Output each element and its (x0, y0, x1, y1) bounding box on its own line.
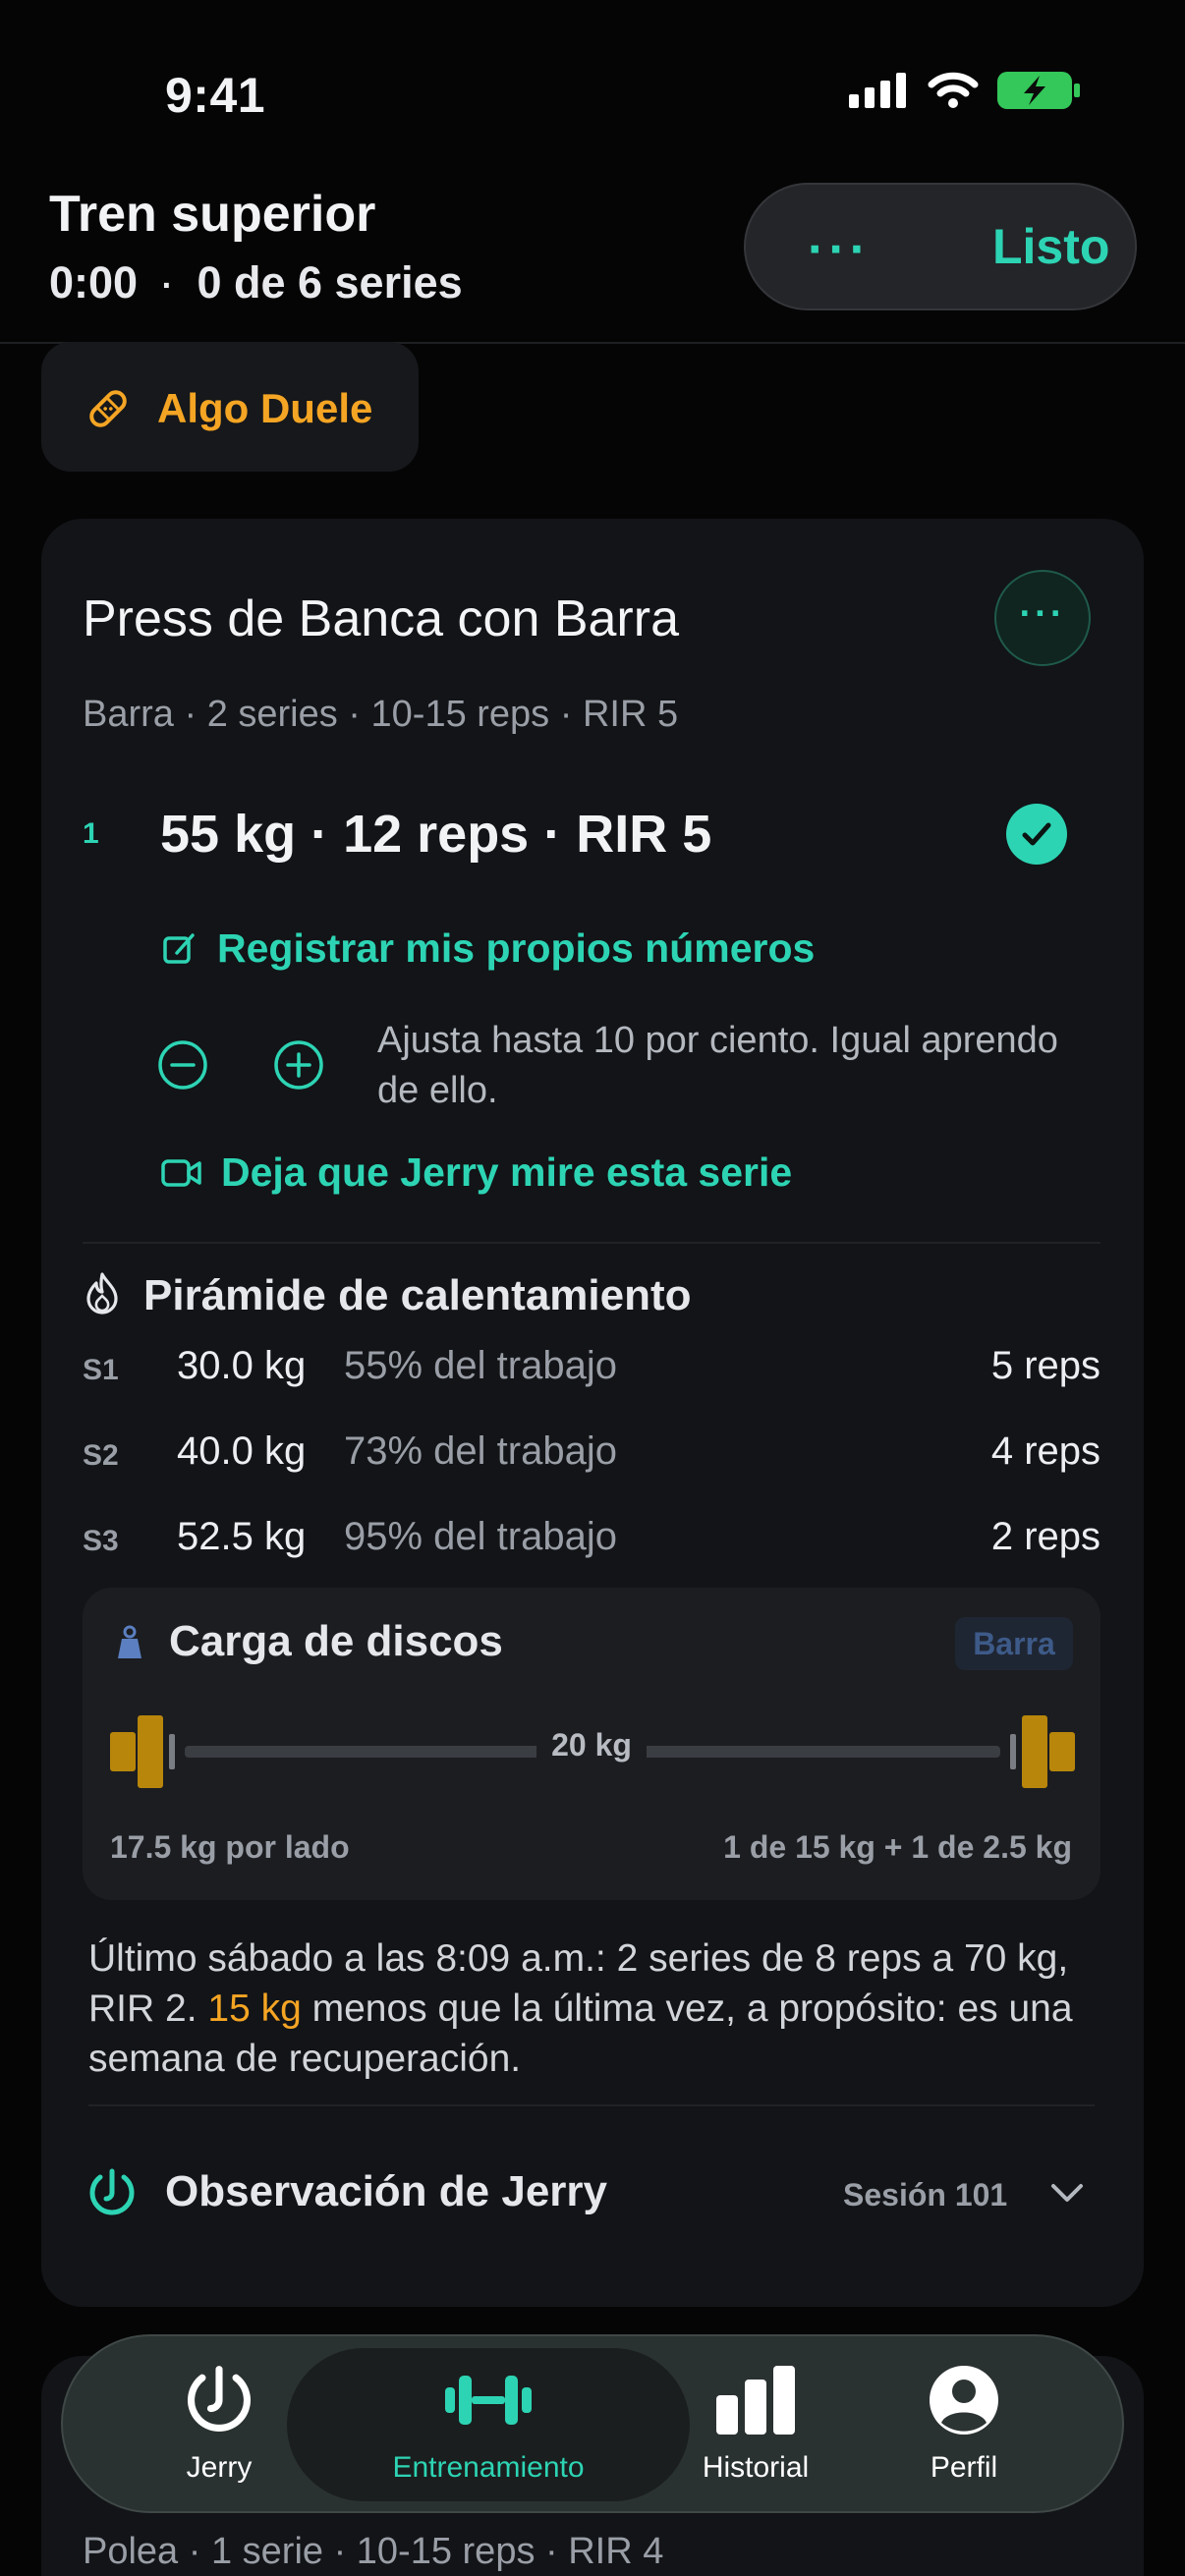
signal-icon (849, 73, 906, 108)
tab-training[interactable]: Entrenamiento (385, 2364, 592, 2485)
next-exercise-meta: Polea · 1 serie · 10-15 reps · RIR 4 (83, 2531, 664, 2572)
equipment-badge: Barra (955, 1617, 1073, 1670)
adjust-hint: Ajusta hasta 10 por ciento. Igual aprend… (377, 1020, 1058, 1111)
exercise-title: Press de Banca con Barra (83, 590, 679, 647)
chevron-down-icon[interactable] (1049, 2181, 1085, 2205)
person-icon (930, 2366, 998, 2435)
elapsed-time: 0:00 (49, 257, 139, 308)
more-options-button[interactable]: ··· (808, 220, 871, 279)
warmup-row: S3 52.5 kg 95% del trabajo 2 reps (83, 1515, 1100, 1574)
jerry-logo-icon (89, 2168, 135, 2215)
warmup-weight: 30.0 kg (177, 1344, 307, 1387)
warmup-weight: 40.0 kg (177, 1429, 307, 1473)
warmup-row: S1 30.0 kg 55% del trabajo 5 reps (83, 1344, 1100, 1403)
warmup-weight: 52.5 kg (177, 1515, 307, 1558)
weight-icon (118, 1625, 141, 1658)
edit-icon (163, 932, 195, 964)
warmup-set-label: S1 (83, 1354, 119, 1386)
session-label: Sesión 101 (843, 2177, 1008, 2212)
bar-weight: 20 kg (536, 1727, 647, 1764)
tab-jerry[interactable]: Jerry (116, 2364, 322, 2485)
video-camera-icon (161, 1158, 201, 1187)
per-side-weight: 17.5 kg por lado (110, 1829, 350, 1865)
divider (83, 1242, 1100, 1244)
status-icons (849, 71, 1081, 110)
log-own-numbers-label: Registrar mis propios números (217, 925, 816, 971)
tab-label: Perfil (930, 2451, 998, 2484)
watch-set-link[interactable]: Deja que Jerry mire esta serie (160, 1149, 792, 1196)
warmup-set-label: S3 (83, 1525, 119, 1557)
flame-icon (86, 1272, 118, 1315)
jerry-observation-title[interactable]: Observación de Jerry (165, 2167, 607, 2216)
warmup-reps: 4 reps (990, 1429, 1100, 1473)
workout-progress-line: 0:00 · 0 de 6 series (49, 257, 463, 308)
plate-breakdown: 1 de 15 kg + 1 de 2.5 kg (723, 1829, 1072, 1865)
weight-difference: 15 kg (207, 1988, 302, 2030)
log-own-numbers-link[interactable]: Registrar mis propios números (160, 925, 815, 972)
workout-title: Tren superior (49, 186, 376, 243)
warmup-row: S2 40.0 kg 73% del trabajo 4 reps (83, 1429, 1100, 1488)
bandage-icon (89, 390, 127, 427)
status-time: 9:41 (165, 68, 266, 123)
tab-label: Jerry (186, 2451, 253, 2484)
set-summary[interactable]: 55 kg · 12 reps · RIR 5 (160, 804, 711, 865)
separator: · (161, 266, 173, 305)
watch-set-label: Deja que Jerry mire esta serie (221, 1149, 793, 1195)
dumbbell-icon (445, 2376, 532, 2425)
tab-label: Historial (702, 2451, 810, 2484)
tab-label: Entrenamiento (392, 2451, 585, 2484)
warmup-percent: 55% del trabajo (344, 1344, 617, 1387)
decrease-button[interactable] (157, 1039, 208, 1091)
plate-loading-title: Carga de discos (169, 1617, 503, 1665)
increase-button[interactable] (273, 1039, 324, 1091)
set-number: 1 (83, 817, 99, 850)
tab-history[interactable]: Historial (652, 2364, 859, 2485)
warmup-percent: 73% del trabajo (344, 1429, 617, 1473)
warmup-set-label: S2 (83, 1439, 119, 1472)
warmup-reps: 5 reps (990, 1344, 1100, 1387)
wifi-icon (928, 72, 979, 108)
something-hurts-label: Algo Duele (157, 385, 373, 431)
jerry-logo-icon (187, 2366, 252, 2433)
warmup-percent: 95% del trabajo (344, 1515, 617, 1558)
done-button[interactable]: Listo (992, 218, 1109, 275)
exercise-more-button[interactable]: ··· (994, 570, 1091, 666)
battery-charging-icon (997, 72, 1080, 109)
divider (88, 2104, 1095, 2106)
sets-progress: 0 de 6 series (197, 257, 463, 308)
exercise-more-icon: ··· (1019, 593, 1066, 635)
bar-chart-icon (716, 2366, 795, 2435)
tab-profile[interactable]: Perfil (861, 2364, 1067, 2485)
checkmark-icon (1022, 822, 1051, 846)
warmup-title: Pirámide de calentamiento (143, 1271, 692, 1319)
exercise-meta: Barra · 2 series · 10-15 reps · RIR 5 (83, 694, 679, 735)
last-session-note: Último sábado a las 8:09 a.m.: 2 series … (88, 1933, 1091, 2084)
warmup-reps: 2 reps (990, 1515, 1100, 1558)
set-complete-check[interactable] (1006, 804, 1067, 865)
